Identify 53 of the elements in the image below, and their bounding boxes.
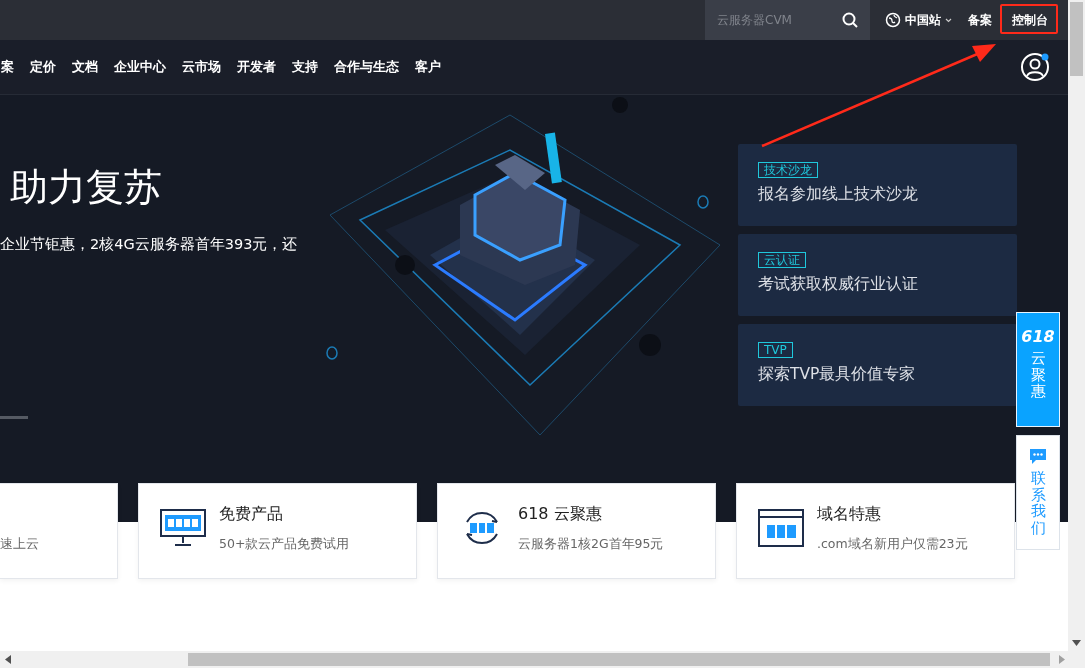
card-title: 域名特惠: [817, 504, 882, 525]
nav-link[interactable]: 客户: [415, 58, 441, 76]
search-field[interactable]: 云服务器CVM: [705, 0, 870, 40]
feature-card[interactable]: 免费产品 50+款云产品免费试用: [138, 483, 417, 579]
nav-link[interactable]: 案: [1, 58, 14, 76]
scroll-down-icon[interactable]: [1072, 640, 1081, 646]
scroll-right-icon[interactable]: [1059, 655, 1065, 664]
card-title: 618 云聚惠: [518, 504, 603, 525]
nav-link[interactable]: 企业中心: [114, 58, 166, 76]
card-subtitle: 云服务器1核2G首年95元: [518, 536, 664, 553]
promo-tag: 技术沙龙: [758, 162, 818, 178]
feature-card[interactable]: 域名特惠 .com域名新用户仅需23元: [736, 483, 1015, 579]
promo-text: 报名参加线上技术沙龙: [758, 184, 918, 205]
scroll-left-icon[interactable]: [5, 655, 11, 664]
feature-card[interactable]: 速上云: [0, 483, 118, 579]
caret-icon: [945, 17, 952, 23]
browser-window-icon: [757, 508, 805, 548]
promo-tag: TVP: [758, 342, 793, 358]
hero-title: 助力复苏: [10, 164, 163, 211]
top-link[interactable]: 备案: [968, 11, 992, 29]
globe-icon: [885, 12, 901, 28]
promo-tag: 云认证: [758, 252, 806, 268]
card-title: 免费产品: [219, 504, 284, 525]
card-subtitle: .com域名新用户仅需23元: [817, 536, 968, 553]
promo-card[interactable]: TVP 探索TVP最具价值专家: [738, 324, 1017, 406]
promo-text: 考试获取权威行业认证: [758, 274, 918, 295]
promo-number: 618: [1021, 327, 1055, 346]
vertical-scrollbar[interactable]: [1068, 0, 1085, 651]
region-selector[interactable]: 中国站: [885, 11, 952, 29]
scroll-thumb[interactable]: [188, 653, 1050, 666]
chat-icon: [1029, 448, 1047, 466]
highlight-frame: [1000, 4, 1058, 34]
nav-link[interactable]: 合作与生态: [334, 58, 399, 76]
feature-card[interactable]: 618 云聚惠 云服务器1核2G首年95元: [437, 483, 716, 579]
nav-link[interactable]: 云市场: [182, 58, 221, 76]
promo-card[interactable]: 技术沙龙 报名参加线上技术沙龙: [738, 144, 1017, 226]
hero-subtitle: 企业节钜惠，2核4G云服务器首年393元，还: [0, 235, 299, 254]
contact-label: 联系我们: [1030, 470, 1046, 536]
card-subtitle: 速上云: [0, 536, 39, 553]
nav-link[interactable]: 开发者: [237, 58, 276, 76]
card-subtitle: 50+款云产品免费试用: [219, 536, 350, 553]
scroll-thumb[interactable]: [1070, 2, 1083, 76]
horizontal-scrollbar[interactable]: [0, 651, 1085, 668]
nav-link[interactable]: 定价: [30, 58, 56, 76]
top-link[interactable]: 控制台: [1012, 11, 1048, 29]
nav-link[interactable]: 文档: [72, 58, 98, 76]
promo-label: 云聚惠: [1030, 350, 1046, 400]
promo-card[interactable]: 云认证 考试获取权威行业认证: [738, 234, 1017, 316]
monitor-icon: [159, 508, 207, 548]
search-icon[interactable]: [842, 12, 858, 28]
user-icon[interactable]: [1020, 52, 1050, 82]
promo-text: 探索TVP最具价值专家: [758, 364, 916, 385]
nav-link[interactable]: 支持: [292, 58, 318, 76]
